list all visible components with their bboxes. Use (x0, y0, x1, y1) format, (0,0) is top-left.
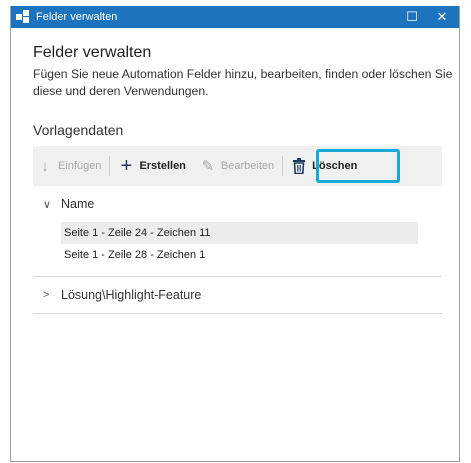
insert-button[interactable]: ↓ Einfügen (33, 146, 105, 186)
group-label: Lösung\Highlight-Feature (61, 288, 202, 302)
chevron-down-icon[interactable]: ∨ (43, 198, 61, 211)
toolbar-separator (282, 156, 284, 176)
edit-label: Bearbeiten (220, 160, 275, 172)
trash-icon (291, 158, 307, 174)
manage-fields-window: Felder verwalten ☐ ✕ Felder verwalten Fü… (10, 6, 460, 462)
page-title: Felder verwalten (33, 44, 152, 61)
delete-highlight-box (316, 149, 400, 183)
edit-button[interactable]: ✎ Bearbeiten (196, 146, 278, 186)
fields-tree: ∨ Name Seite 1 - Zeile 24 - Zeichen 11 S… (33, 186, 442, 314)
maximize-button[interactable]: ☐ (395, 6, 429, 28)
plus-icon: + (120, 154, 133, 177)
window-title: Felder verwalten (36, 11, 118, 23)
title-bar: Felder verwalten ☐ ✕ (11, 6, 459, 28)
description-text: Fügen Sie neue Automation Felder hinzu, … (33, 67, 453, 98)
toolbar-separator (109, 156, 111, 176)
tree-group-header[interactable]: ∨ Name (33, 186, 442, 222)
app-icon (16, 10, 30, 24)
tree-group-solution: > Lösung\Highlight-Feature (33, 277, 442, 314)
close-button[interactable]: ✕ (425, 6, 459, 28)
chevron-right-icon[interactable]: > (43, 289, 61, 301)
insert-label: Einfügen (58, 160, 102, 172)
tree-group-name: ∨ Name Seite 1 - Zeile 24 - Zeichen 11 S… (33, 186, 442, 277)
group-label: Name (61, 197, 95, 211)
dialog-content: Felder verwalten Fügen Sie neue Automati… (11, 28, 459, 314)
pencil-icon: ✎ (201, 158, 215, 175)
arrow-down-icon: ↓ (41, 157, 49, 175)
create-label: Erstellen (139, 160, 186, 172)
create-button[interactable]: + Erstellen (114, 146, 189, 186)
tree-group-header[interactable]: > Lösung\Highlight-Feature (33, 277, 442, 313)
section-title: Vorlagendaten (33, 122, 124, 138)
list-item[interactable]: Seite 1 - Zeile 24 - Zeichen 11 (61, 222, 418, 244)
list-item[interactable]: Seite 1 - Zeile 28 - Zeichen 1 (61, 244, 418, 266)
toolbar: ↓ Einfügen + Erstellen ✎ Bearbeiten Lösc… (33, 146, 442, 186)
